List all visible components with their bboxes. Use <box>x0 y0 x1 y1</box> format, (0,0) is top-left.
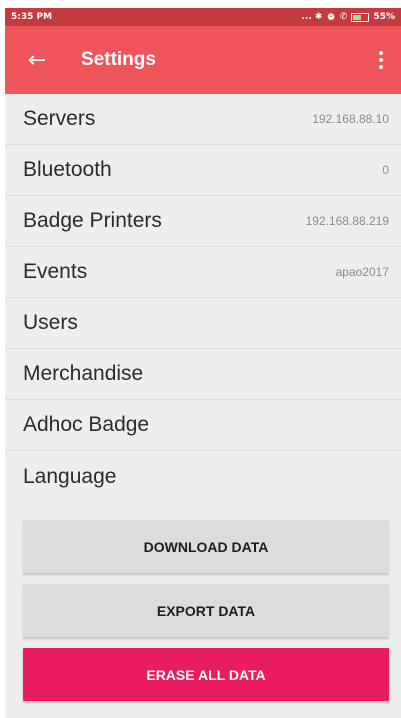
screenshot-frame: 5:35 PM ... ✱ ⏰ ✆ 55% ← Settings Servers… <box>0 0 401 718</box>
status-icons: ... ✱ ⏰ ✆ 55% <box>302 12 396 22</box>
settings-item-label: Adhoc Badge <box>23 413 150 436</box>
overflow-dot <box>379 51 383 55</box>
phone-screen: 5:35 PM ... ✱ ⏰ ✆ 55% ← Settings Servers… <box>5 8 401 718</box>
download-data-button[interactable]: DOWNLOAD DATA <box>23 520 389 573</box>
settings-item-badge-printers[interactable]: Badge Printers 192.168.88.219 <box>5 196 401 247</box>
status-bar: 5:35 PM ... ✱ ⏰ ✆ 55% <box>5 8 401 26</box>
overflow-dot <box>379 58 383 62</box>
settings-item-adhoc-badge[interactable]: Adhoc Badge <box>5 400 401 451</box>
settings-item-users[interactable]: Users <box>5 298 401 349</box>
settings-item-merchandise[interactable]: Merchandise <box>5 349 401 400</box>
settings-item-label: Language <box>23 464 117 488</box>
settings-item-label: Users <box>23 311 78 334</box>
settings-item-value: 0 <box>382 163 389 177</box>
settings-item-value: 192.168.88.219 <box>305 214 389 228</box>
overflow-menu-icon[interactable] <box>369 36 393 84</box>
export-data-button[interactable]: EXPORT DATA <box>23 584 389 637</box>
battery-icon <box>351 12 370 22</box>
settings-item-value: 192.168.88.10 <box>312 112 389 126</box>
page-title: Settings <box>81 49 156 70</box>
settings-item-bluetooth[interactable]: Bluetooth 0 <box>5 145 401 196</box>
settings-item-label: Badge Printers <box>23 209 162 232</box>
overflow-dot <box>379 65 383 69</box>
status-time: 5:35 PM <box>11 12 53 22</box>
battery-percent: 55% <box>373 12 395 22</box>
erase-all-data-button[interactable]: ERASE ALL DATA <box>23 648 389 701</box>
action-buttons: DOWNLOAD DATA EXPORT DATA ERASE ALL DATA <box>5 502 401 701</box>
settings-item-label: Merchandise <box>23 362 144 385</box>
settings-list: Servers 192.168.88.10 Bluetooth 0 Badge … <box>5 94 401 502</box>
settings-item-label: Servers <box>23 107 96 130</box>
settings-item-events[interactable]: Events apao2017 <box>5 247 401 298</box>
status-glyphs: ... ✱ ⏰ ✆ <box>301 12 348 22</box>
settings-item-language[interactable]: Language <box>5 451 401 502</box>
back-arrow-icon[interactable]: ← <box>13 36 61 84</box>
settings-item-label: Events <box>23 260 88 283</box>
settings-item-label: Bluetooth <box>23 158 112 181</box>
app-bar: ← Settings <box>5 26 401 94</box>
settings-item-servers[interactable]: Servers 192.168.88.10 <box>5 94 401 145</box>
settings-item-value: apao2017 <box>335 265 389 279</box>
